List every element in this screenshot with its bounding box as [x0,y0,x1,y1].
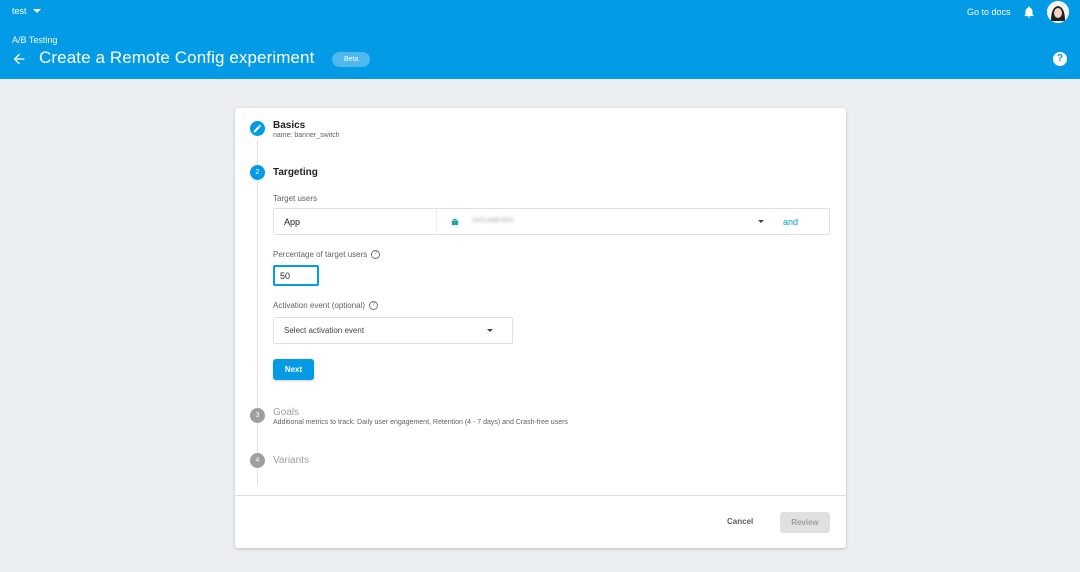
activation-placeholder: Select activation event [284,326,365,335]
help-icon[interactable]: ? [1053,52,1067,66]
avatar[interactable] [1047,1,1069,23]
help-circle-icon[interactable]: ? [371,250,381,259]
activation-event-select[interactable]: Select activation event [273,317,513,344]
and-link[interactable]: and [783,217,798,227]
caret-down-icon [487,329,493,332]
step-3-circle: 3 [250,408,265,423]
step-basics-subtitle: name: banner_switch [273,132,340,139]
percentage-label-text: Percentage of target users [273,250,368,259]
breadcrumb[interactable]: A/B Testing [12,35,57,45]
activation-label: Activation event (optional) ? [273,301,379,310]
beta-badge: Beta [332,52,371,67]
stepper-line [257,140,258,485]
app-header: test Go to docs A/B Testing Create a Rem… [0,0,1080,79]
target-users-label-text: Target users [273,194,318,203]
android-icon [451,218,459,226]
step-basics-title[interactable]: Basics [273,120,305,131]
go-to-docs-link[interactable]: Go to docs [967,7,1011,17]
caret-down-icon[interactable] [758,220,764,223]
footer-divider [235,495,846,496]
step-1-circle[interactable] [250,121,265,136]
review-button: Review [780,512,830,533]
back-arrow-icon[interactable] [11,51,27,67]
bell-icon[interactable] [1022,5,1036,19]
divider [436,209,437,234]
page-title: Create a Remote Config experiment [39,48,315,67]
caret-down-icon [32,9,41,13]
activation-label-text: Activation event (optional) [273,301,366,310]
step-2-circle: 2 [250,165,265,180]
experiment-card: Basics name: banner_switch 2 Targeting T… [235,108,846,548]
cancel-button[interactable]: Cancel [727,517,753,526]
next-button[interactable]: Next [273,359,314,380]
step-goals-subtitle: Additional metrics to track: Daily user … [273,419,568,426]
target-users-label: Target users [273,194,317,203]
pencil-icon [253,124,262,133]
step-variants-title: Variants [273,455,309,466]
project-name: test [12,6,27,16]
step-targeting-title: Targeting [273,167,318,178]
target-type[interactable]: App [284,217,300,227]
step-goals-title: Goals [273,407,300,418]
percentage-input[interactable] [273,265,319,286]
step-4-circle: 4 [250,453,265,468]
project-selector[interactable]: test [12,6,41,16]
percentage-label: Percentage of target users ? [273,250,381,259]
target-users-row[interactable]: App com.web.test and [273,208,830,235]
app-selector[interactable]: com.web.test [472,217,513,224]
help-circle-icon[interactable]: ? [369,301,379,310]
